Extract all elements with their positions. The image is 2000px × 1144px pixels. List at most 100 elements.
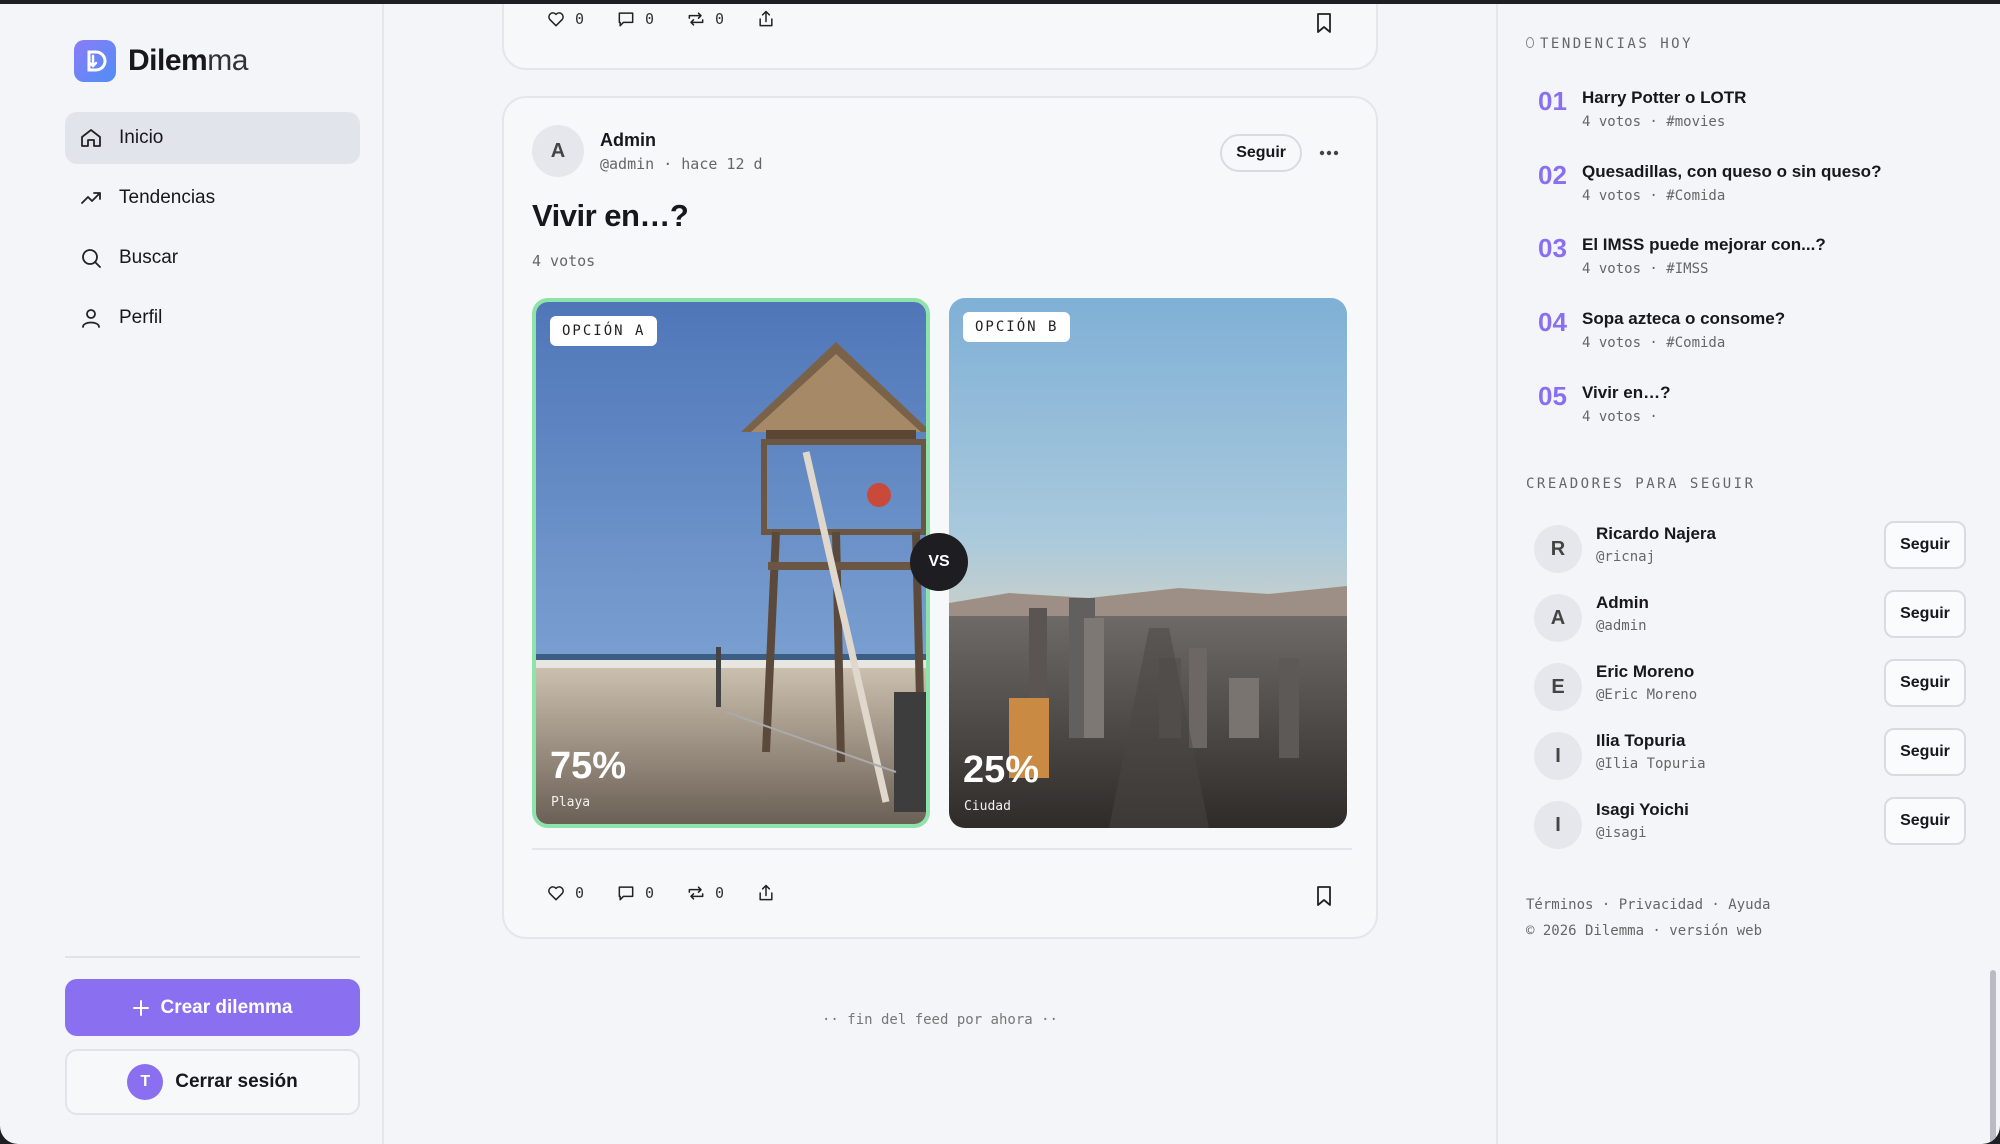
author-name[interactable]: Admin bbox=[600, 130, 763, 151]
bookmark-icon[interactable] bbox=[1314, 885, 1334, 907]
avatar[interactable]: A bbox=[1534, 594, 1582, 642]
share-button[interactable] bbox=[756, 9, 826, 29]
trend-title: Vivir en…? bbox=[1582, 383, 1671, 402]
creator-handle: @ricnaj bbox=[1596, 549, 1656, 565]
repost-button[interactable]: 0 bbox=[686, 883, 756, 903]
avatar[interactable]: R bbox=[1534, 525, 1582, 573]
avatar[interactable]: A bbox=[532, 125, 584, 177]
trend-meta: 4 votos · bbox=[1582, 409, 1658, 425]
post-card-previous: 0 0 0 bbox=[502, 4, 1378, 70]
trend-item[interactable]: 04 Sopa azteca o consome? 4 votos · #Com… bbox=[1538, 307, 1938, 367]
repost-button[interactable]: 0 bbox=[686, 9, 756, 29]
option-b-card[interactable]: OPCIÓN B 25% Ciudad bbox=[949, 298, 1347, 828]
search-icon bbox=[82, 249, 101, 268]
trend-item[interactable]: 05 Vivir en…? 4 votos · bbox=[1538, 381, 1938, 441]
comment-button[interactable]: 0 bbox=[616, 9, 686, 29]
app-name: Dilemma bbox=[128, 44, 248, 77]
author-meta: @admin · hace 12 d bbox=[600, 154, 763, 173]
logout-button[interactable]: T Cerrar sesión bbox=[65, 1049, 360, 1115]
option-b-label: Ciudad bbox=[964, 799, 1011, 814]
logo[interactable]: Dilemma bbox=[74, 40, 248, 82]
trend-title: Quesadillas, con queso o sin queso? bbox=[1582, 162, 1882, 181]
like-button[interactable]: 0 bbox=[546, 883, 616, 903]
option-a-label: Playa bbox=[551, 795, 591, 810]
like-count: 0 bbox=[575, 884, 585, 902]
like-count: 0 bbox=[575, 10, 585, 28]
trend-item[interactable]: 02 Quesadillas, con queso o sin queso? 4… bbox=[1538, 160, 1938, 220]
comment-count: 0 bbox=[645, 10, 655, 28]
post-actions: 0 0 0 bbox=[546, 9, 826, 29]
repost-count: 0 bbox=[715, 10, 725, 28]
trend-meta: 4 votos · #Comida bbox=[1582, 335, 1726, 351]
comment-button[interactable]: 0 bbox=[616, 883, 686, 903]
post-title: Vivir en…? bbox=[532, 198, 689, 233]
more-options-icon[interactable] bbox=[1318, 146, 1340, 160]
trend-title: El IMSS puede mejorar con...? bbox=[1582, 235, 1826, 254]
avatar[interactable]: I bbox=[1534, 732, 1582, 780]
creator-name[interactable]: Ilia Topuria bbox=[1596, 731, 1685, 751]
trend-rank: 05 bbox=[1538, 381, 1567, 411]
right-sidebar: TENDENCIAS HOY 01 Harry Potter o LOTR 4 … bbox=[1496, 4, 2000, 1144]
heart-icon bbox=[548, 886, 564, 901]
scrollbar[interactable] bbox=[1990, 970, 1996, 1144]
app-window: Dilemma Inicio Tendencias Buscar Perfil bbox=[0, 4, 2000, 1144]
trend-title: Harry Potter o LOTR bbox=[1582, 88, 1747, 107]
post-actions: 0 0 0 bbox=[546, 883, 826, 903]
creator-name[interactable]: Ricardo Najera bbox=[1596, 524, 1716, 544]
creator-item: I Ilia Topuria @Ilia Topuria Seguir bbox=[1534, 728, 1966, 784]
option-b-percent: 25% bbox=[963, 749, 1040, 791]
creator-handle: @admin bbox=[1596, 618, 1647, 634]
creator-handle: @Eric Moreno bbox=[1596, 687, 1698, 703]
like-button[interactable]: 0 bbox=[546, 9, 616, 29]
creator-item: A Admin @admin Seguir bbox=[1534, 590, 1966, 646]
vote-count: 4 votos bbox=[532, 252, 596, 270]
creator-name[interactable]: Admin bbox=[1596, 593, 1649, 613]
follow-button[interactable]: Seguir bbox=[1884, 521, 1966, 569]
share-button[interactable] bbox=[756, 883, 826, 903]
trend-rank: 03 bbox=[1538, 233, 1567, 263]
repost-icon bbox=[688, 12, 704, 26]
trend-rank: 01 bbox=[1538, 86, 1567, 116]
main-nav: Inicio Tendencias Buscar Perfil bbox=[65, 112, 360, 352]
nav-item-label: Buscar bbox=[119, 247, 179, 268]
creator-handle: @Ilia Topuria bbox=[1596, 756, 1706, 772]
creator-item: I Isagi Yoichi @isagi Seguir bbox=[1534, 797, 1966, 853]
nav-item-label: Inicio bbox=[119, 127, 164, 148]
nav-item-inicio[interactable]: Inicio bbox=[65, 112, 360, 164]
share-icon bbox=[759, 10, 773, 27]
creator-name[interactable]: Isagi Yoichi bbox=[1596, 800, 1689, 820]
nav-item-buscar[interactable]: Buscar bbox=[65, 232, 360, 284]
follow-button[interactable]: Seguir bbox=[1884, 590, 1966, 638]
creators-heading: CREADORES PARA SEGUIR bbox=[1526, 476, 1756, 492]
trend-item[interactable]: 03 El IMSS puede mejorar con...? 4 votos… bbox=[1538, 233, 1938, 293]
nav-item-label: Perfil bbox=[119, 307, 163, 328]
footer-links[interactable]: Términos · Privacidad · Ayuda bbox=[1526, 892, 1770, 918]
create-dilemma-button[interactable]: Crear dilemma bbox=[65, 979, 360, 1036]
creator-name[interactable]: Eric Moreno bbox=[1596, 662, 1694, 682]
avatar[interactable]: I bbox=[1534, 801, 1582, 849]
footer: Términos · Privacidad · Ayuda © 2026 Dil… bbox=[1526, 892, 1770, 944]
trending-icon bbox=[81, 192, 101, 204]
logout-label: Cerrar sesión bbox=[175, 1071, 298, 1092]
nav-item-tendencias[interactable]: Tendencias bbox=[65, 172, 360, 224]
avatar: T bbox=[127, 1064, 164, 1100]
comment-icon bbox=[618, 12, 634, 27]
post-divider bbox=[532, 848, 1352, 850]
creator-item: R Ricardo Najera @ricnaj Seguir bbox=[1534, 521, 1966, 577]
follow-button[interactable]: Seguir bbox=[1220, 134, 1302, 172]
trend-meta: 4 votos · #movies bbox=[1582, 114, 1726, 130]
trend-meta: 4 votos · #Comida bbox=[1582, 188, 1726, 204]
vs-badge: VS bbox=[910, 533, 968, 591]
logo-icon bbox=[74, 40, 116, 82]
trend-rank: 02 bbox=[1538, 160, 1567, 190]
follow-button[interactable]: Seguir bbox=[1884, 659, 1966, 707]
flame-icon bbox=[1526, 37, 1534, 48]
nav-item-perfil[interactable]: Perfil bbox=[65, 292, 360, 344]
follow-button[interactable]: Seguir bbox=[1884, 797, 1966, 845]
repost-count: 0 bbox=[715, 884, 725, 902]
avatar[interactable]: E bbox=[1534, 663, 1582, 711]
bookmark-icon[interactable] bbox=[1314, 12, 1334, 34]
trend-item[interactable]: 01 Harry Potter o LOTR 4 votos · #movies bbox=[1538, 86, 1938, 146]
follow-button[interactable]: Seguir bbox=[1884, 728, 1966, 776]
option-a-card[interactable]: OPCIÓN A 75% Playa bbox=[532, 298, 930, 828]
